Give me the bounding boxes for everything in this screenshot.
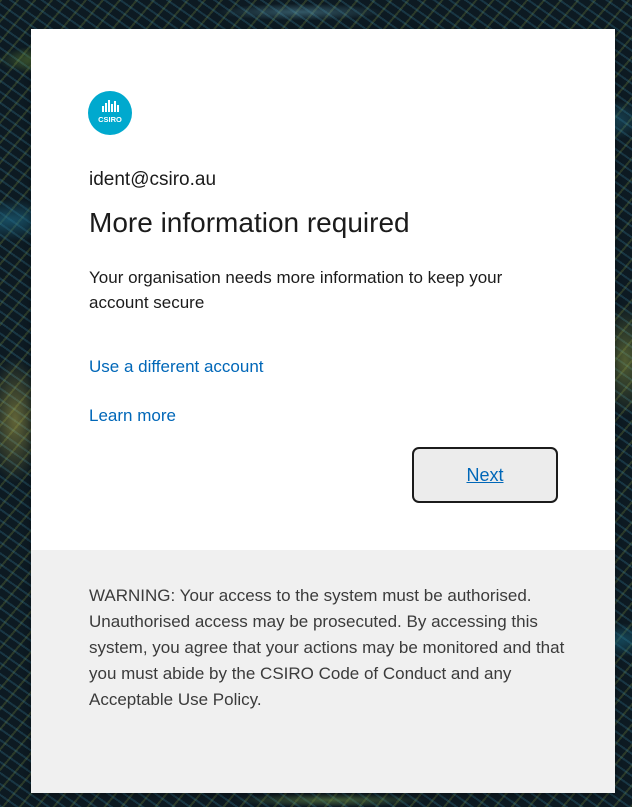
page-description: Your organisation needs more information… [89, 268, 503, 312]
use-different-account-link[interactable]: Use a different account [89, 357, 264, 377]
page-title: More information required [89, 207, 410, 238]
sign-in-card: CSIRO ident@csiro.au More information re… [31, 29, 615, 793]
account-identity: ident@csiro.au [89, 169, 217, 190]
next-button[interactable]: Next [412, 447, 558, 503]
csiro-logo: CSIRO [88, 91, 132, 135]
card-content: CSIRO ident@csiro.au More information re… [31, 29, 615, 550]
warning-footer: WARNING: Your access to the system must … [31, 550, 615, 793]
csiro-logo-text: CSIRO [98, 115, 122, 124]
csiro-logo-icon: CSIRO [98, 100, 122, 124]
access-warning-text: WARNING: Your access to the system must … [89, 586, 565, 709]
learn-more-link[interactable]: Learn more [89, 406, 176, 426]
